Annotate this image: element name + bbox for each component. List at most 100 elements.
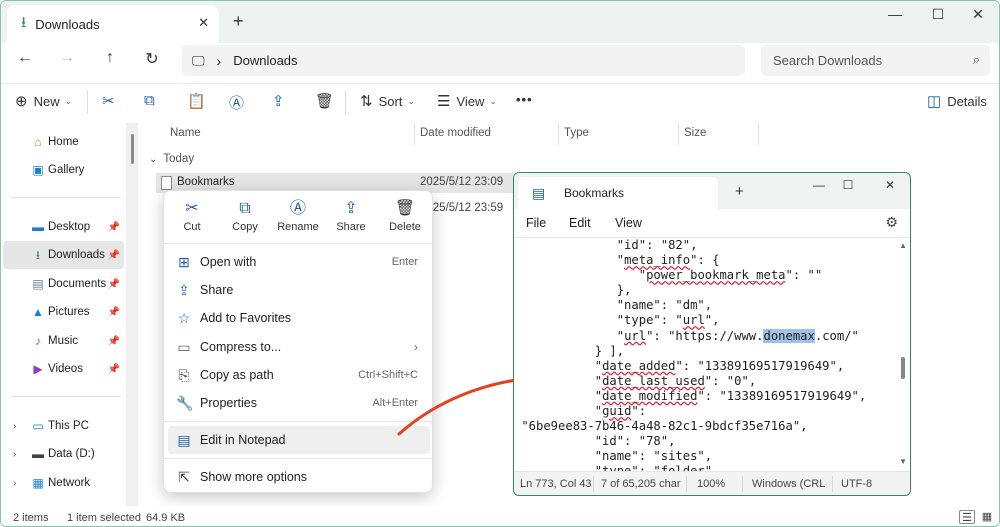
menu-item-add-to-favorites[interactable]: ☆ Add to Favorites xyxy=(168,304,430,332)
menu-item-share[interactable]: ⇪ Share xyxy=(168,276,430,304)
pin-icon[interactable]: 📌 xyxy=(108,307,120,318)
pin-icon[interactable]: 📌 xyxy=(108,222,120,233)
column-header-type[interactable]: Type xyxy=(564,127,589,149)
delete-action[interactable]: 🗑 Delete xyxy=(380,199,430,233)
menu-item-compress[interactable]: ▭ Compress to... › xyxy=(168,333,430,361)
cut-button[interactable]: ✂ xyxy=(102,92,121,110)
menu-label: Copy as path xyxy=(200,368,274,382)
tiles-view-icon[interactable]: ▦ xyxy=(979,510,995,524)
breadcrumb-downloads[interactable]: Downloads xyxy=(233,53,297,68)
new-tab-button[interactable]: + xyxy=(735,183,744,200)
scroll-down-arrow-icon[interactable]: ▼ xyxy=(899,457,907,466)
close-window-button[interactable]: ✕ xyxy=(963,6,993,23)
close-window-button[interactable]: ✕ xyxy=(876,178,904,192)
code-line: }, xyxy=(514,283,632,298)
refresh-icon[interactable]: ↻ xyxy=(140,49,164,69)
sidebar-item-documents[interactable]: ▤ Documents 📌 xyxy=(3,270,124,298)
sidebar-item-home[interactable]: ⌂ Home xyxy=(3,128,124,156)
maximize-button[interactable]: ☐ xyxy=(923,6,953,23)
scroll-up-arrow-icon[interactable]: ▲ xyxy=(899,241,907,250)
cut-action[interactable]: ✂ Cut xyxy=(167,199,217,233)
sidebar-item-data-drive[interactable]: › ▬ Data (D:) xyxy=(3,440,124,468)
minimize-button[interactable]: — xyxy=(805,178,833,192)
code-line: "power_bookmark_meta": "" xyxy=(514,268,823,283)
column-header-date-modified[interactable]: Date modified xyxy=(420,127,491,149)
search-input[interactable]: Search Downloads ⌕ xyxy=(761,45,990,76)
share-action[interactable]: ⇪ Share xyxy=(326,199,376,233)
more-options-button[interactable]: ••• xyxy=(516,92,533,107)
code-line: "guid": xyxy=(514,404,647,419)
drive-icon: ▬ xyxy=(32,447,44,461)
selected-text: donemax xyxy=(763,328,815,343)
menu-edit[interactable]: Edit xyxy=(569,216,591,230)
sidebar-item-downloads[interactable]: ⭳ Downloads 📌 xyxy=(3,241,124,269)
chevron-right-icon[interactable]: › xyxy=(13,449,16,460)
settings-gear-icon[interactable]: ⚙ xyxy=(885,214,898,231)
chevron-down-icon: ⌄ xyxy=(149,154,158,165)
up-arrow-icon[interactable]: ↑ xyxy=(98,49,122,67)
menu-item-open-with[interactable]: ⊞ Open with Enter xyxy=(168,248,430,276)
close-tab-icon[interactable]: ✕ xyxy=(198,15,209,31)
rename-button[interactable]: Ⓐ xyxy=(229,92,250,113)
new-button[interactable]: ⊕ New ⌄ xyxy=(15,92,72,110)
address-bar[interactable]: 🖵 › Downloads xyxy=(182,45,745,76)
details-view-icon[interactable]: ☰ xyxy=(959,510,975,524)
chevron-right-icon[interactable]: › xyxy=(13,421,16,432)
column-header-name[interactable]: Name xyxy=(170,127,201,149)
notepad-menu-bar: File Edit View ⚙ xyxy=(514,209,910,237)
sidebar-scrollbar[interactable] xyxy=(126,123,138,506)
pin-icon[interactable]: 📌 xyxy=(108,279,120,290)
sort-button[interactable]: ⇅ Sort ⌄ xyxy=(360,92,415,110)
sidebar-item-this-pc[interactable]: › ▭ This PC xyxy=(3,412,124,440)
pin-icon[interactable]: 📌 xyxy=(108,250,120,261)
maximize-button[interactable]: ☐ xyxy=(834,178,862,192)
paste-button[interactable]: 📋 xyxy=(187,92,212,110)
share-icon: ⇪ xyxy=(178,281,190,298)
documents-icon: ▤ xyxy=(32,277,44,291)
share-icon: ⇪ xyxy=(344,200,358,217)
share-button[interactable]: ⇪ xyxy=(272,92,291,110)
line-ending[interactable]: Windows (CRLF xyxy=(752,478,826,490)
sidebar-item-gallery[interactable]: ▣ Gallery xyxy=(3,156,124,184)
chevron-right-icon[interactable]: › xyxy=(13,478,16,489)
notepad-icon: ▤ xyxy=(177,431,191,448)
sidebar-item-desktop[interactable]: ▬ Desktop 📌 xyxy=(3,213,124,241)
notepad-scroll-thumb[interactable] xyxy=(901,357,905,379)
back-arrow-icon[interactable]: ← xyxy=(13,49,37,67)
column-header-size[interactable]: Size xyxy=(684,127,706,149)
notepad-tab-label: Bookmarks xyxy=(564,186,625,200)
pin-icon[interactable]: 📌 xyxy=(108,364,120,375)
zoom-level[interactable]: 100% xyxy=(697,478,725,490)
code-line: "type": "url", xyxy=(514,313,720,328)
forward-arrow-icon[interactable]: → xyxy=(55,49,79,67)
tab-downloads[interactable]: ⭳ Downloads ✕ xyxy=(7,5,219,43)
rename-icon: Ⓐ xyxy=(229,95,245,112)
group-header-today[interactable]: ⌄ Today xyxy=(149,153,194,165)
new-tab-button[interactable]: + xyxy=(233,11,244,32)
minimize-button[interactable]: — xyxy=(880,6,910,22)
sidebar-item-pictures[interactable]: ▲ Pictures 📌 xyxy=(3,298,124,326)
encoding[interactable]: UTF-8 xyxy=(841,478,872,490)
sidebar-label: Videos xyxy=(48,363,83,375)
view-button[interactable]: ☰ View ⌄ xyxy=(437,92,497,110)
rename-action[interactable]: Ⓐ Rename xyxy=(273,199,323,233)
spellcheck-word: date_last_used xyxy=(602,373,705,388)
sidebar-label: Downloads xyxy=(48,249,105,261)
sidebar-item-music[interactable]: ♪ Music 📌 xyxy=(3,327,124,355)
menu-item-show-more-options[interactable]: ⇱ Show more options xyxy=(168,463,430,491)
notepad-title-bar: ▤ Bookmarks + — ☐ ✕ xyxy=(514,173,910,209)
details-pane-button[interactable]: ◫ Details xyxy=(927,92,987,110)
delete-button[interactable]: 🗑 xyxy=(315,92,340,110)
sidebar-scroll-thumb[interactable] xyxy=(131,134,134,164)
copy-button[interactable]: ⧉ xyxy=(144,92,161,109)
sidebar-item-videos[interactable]: ▶ Videos 📌 xyxy=(3,355,124,383)
menu-file[interactable]: File xyxy=(526,216,546,230)
notepad-tab[interactable]: ▤ Bookmarks xyxy=(518,177,718,209)
star-icon: ☆ xyxy=(177,309,191,326)
pin-icon[interactable]: 📌 xyxy=(108,336,120,347)
sidebar-item-network[interactable]: › ▦ Network xyxy=(3,469,124,497)
menu-view[interactable]: View xyxy=(615,216,642,230)
notepad-text-area[interactable]: "id": "82", "meta_info": { "power_bookma… xyxy=(514,237,910,478)
details-pane-icon: ◫ xyxy=(927,93,942,110)
copy-action[interactable]: ⧉ Copy xyxy=(220,199,270,233)
